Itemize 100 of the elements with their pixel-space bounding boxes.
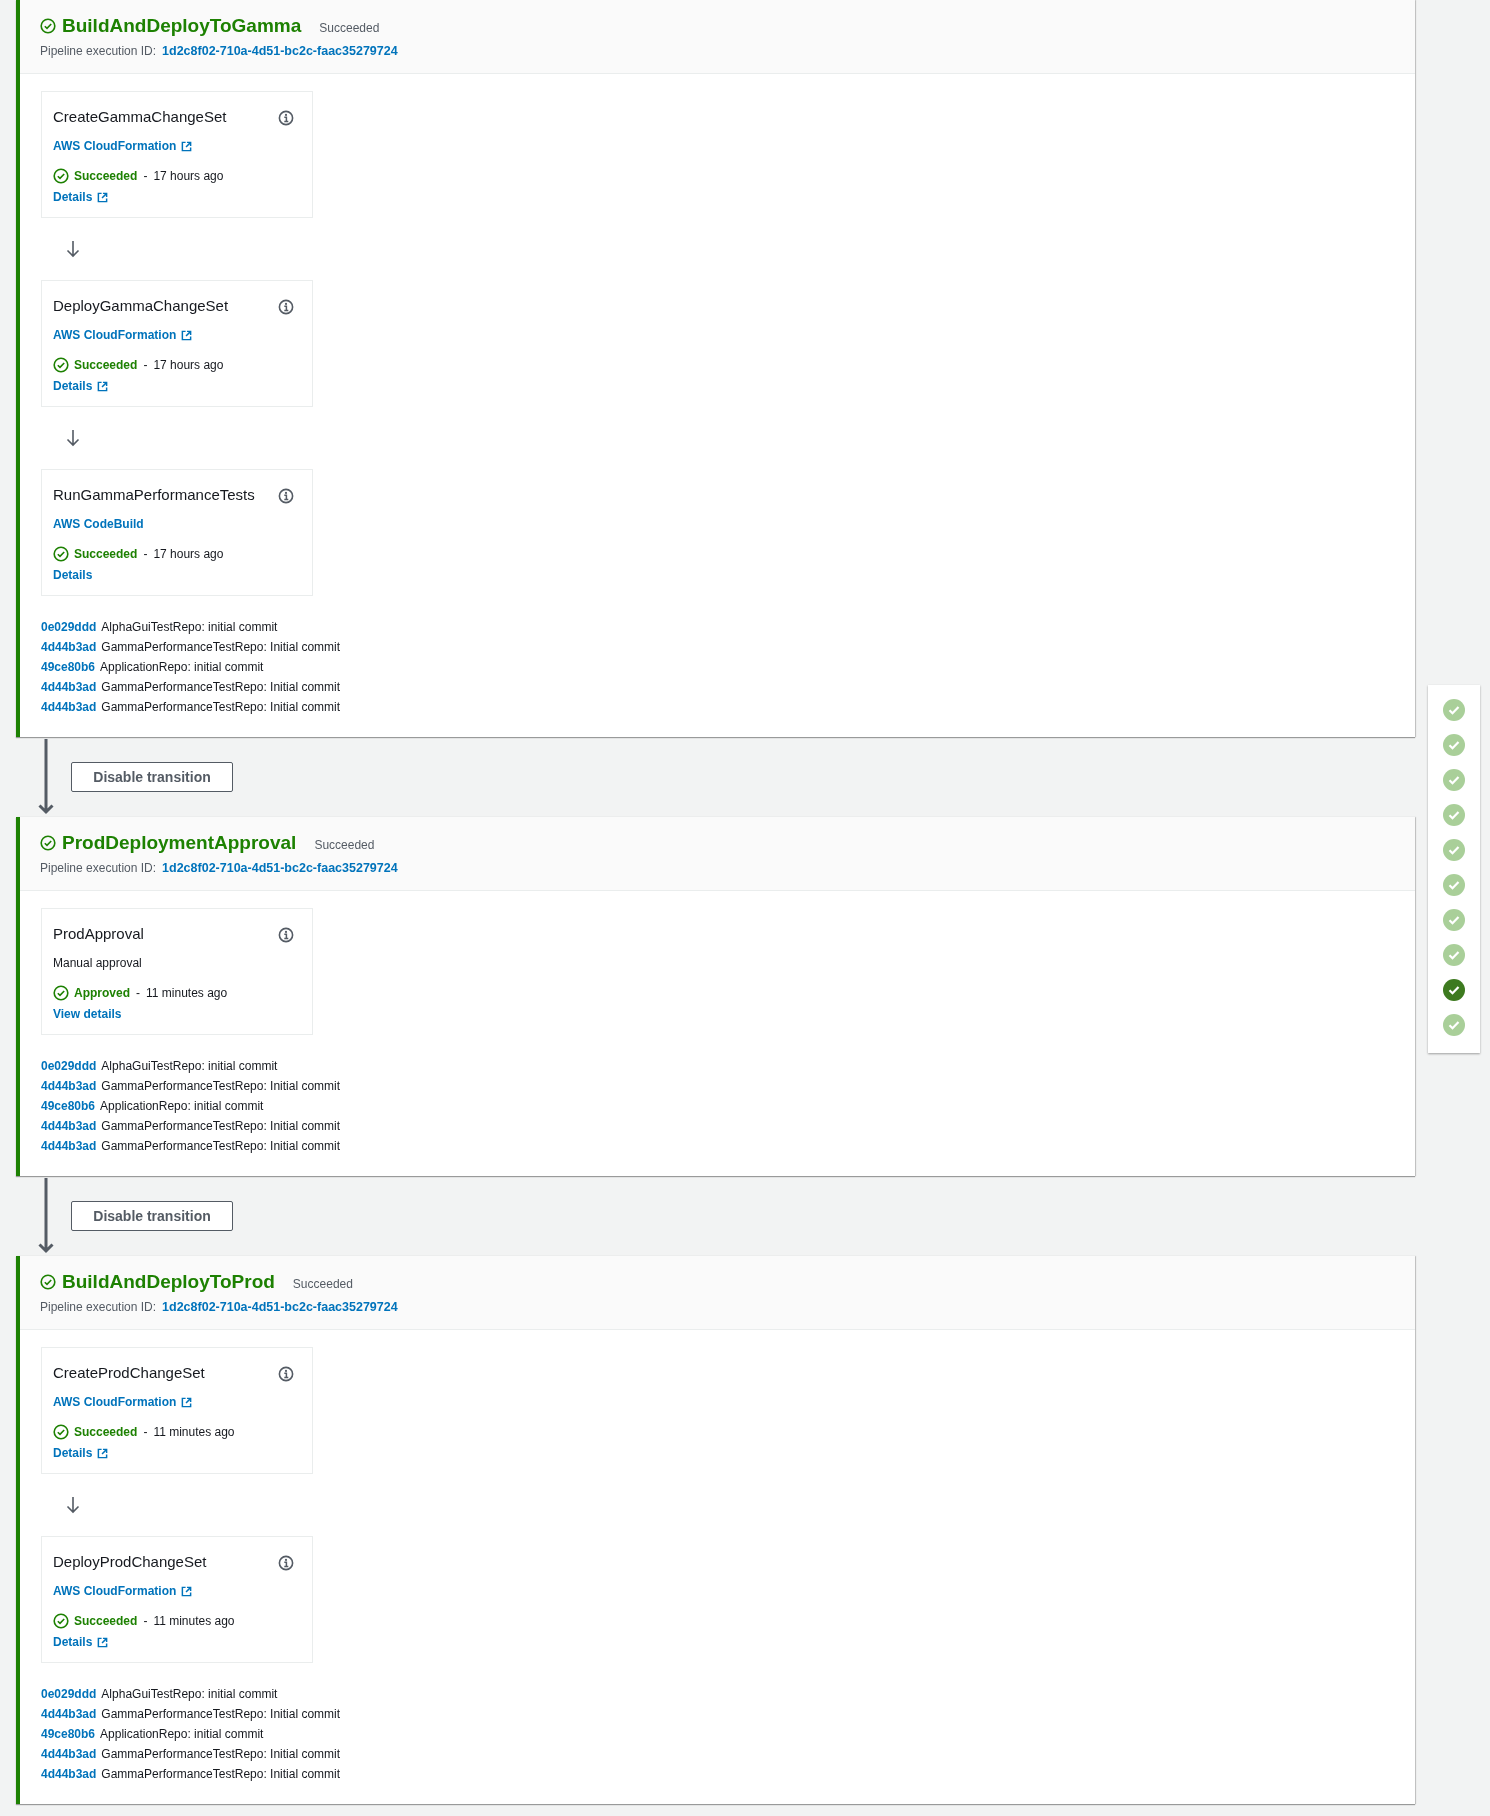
stage-check-icon[interactable] — [1443, 699, 1465, 721]
success-icon — [53, 357, 69, 373]
action-name: CreateGammaChangeSet — [53, 107, 227, 125]
action-status: Succeeded — [74, 358, 138, 372]
elapsed-time: 11 minutes ago — [153, 1614, 235, 1628]
commit-message: ApplicationRepo: initial commit — [100, 1098, 264, 1115]
dash-separator: - — [142, 1614, 149, 1628]
success-icon — [40, 18, 56, 34]
commit-message: AlphaGuiTestRepo: initial commit — [101, 1058, 278, 1075]
elapsed-time: 17 hours ago — [153, 358, 224, 372]
stage-check-icon[interactable] — [1443, 979, 1465, 1001]
execution-id-link[interactable]: 1d2c8f02-710a-4d51-bc2c-faac35279724 — [162, 861, 398, 875]
details-link[interactable]: Details — [53, 376, 109, 396]
commit-id-link[interactable]: 0e029ddd — [41, 617, 97, 637]
execution-id-link[interactable]: 1d2c8f02-710a-4d51-bc2c-faac35279724 — [162, 1300, 398, 1314]
commit-id-link[interactable]: 4d44b3ad — [41, 697, 97, 717]
commit-id-link[interactable]: 4d44b3ad — [41, 637, 97, 657]
dash-separator: - — [142, 169, 149, 183]
disable-transition-button[interactable]: Disable transition — [71, 1201, 233, 1231]
details-link[interactable]: View details — [53, 1004, 122, 1024]
external-link-icon — [181, 1585, 193, 1597]
external-link-icon — [97, 380, 109, 392]
commit-id-link[interactable]: 49ce80b6 — [41, 1724, 96, 1744]
commit-id-link[interactable]: 4d44b3ad — [41, 1704, 97, 1724]
commit-id-link[interactable]: 49ce80b6 — [41, 657, 96, 677]
down-arrow-icon — [66, 1496, 80, 1514]
commit-id-link[interactable]: 4d44b3ad — [41, 1136, 97, 1156]
commit-message: GammaPerformanceTestRepo: Initial commit — [101, 679, 341, 696]
external-link-icon — [97, 1636, 109, 1648]
dash-separator: - — [142, 1425, 149, 1439]
external-link-icon — [181, 329, 193, 341]
stage-check-icon[interactable] — [1443, 839, 1465, 861]
stage-status: Succeeded — [314, 836, 375, 852]
execution-label: Pipeline execution ID: — [40, 1300, 157, 1314]
down-arrow-icon — [66, 429, 80, 447]
dash-separator: - — [142, 547, 149, 561]
commit-message: GammaPerformanceTestRepo: Initial commit — [101, 639, 341, 656]
success-icon — [40, 1274, 56, 1290]
commit-message: GammaPerformanceTestRepo: Initial commit — [101, 1078, 341, 1095]
stage-check-icon[interactable] — [1443, 1014, 1465, 1036]
action-status: Succeeded — [74, 547, 138, 561]
commit-id-link[interactable]: 49ce80b6 — [41, 1096, 96, 1116]
success-icon — [53, 985, 69, 1001]
execution-label: Pipeline execution ID: — [40, 44, 157, 58]
stage-check-icon[interactable] — [1443, 874, 1465, 896]
commit-id-link[interactable]: 4d44b3ad — [41, 1744, 97, 1764]
commit-message: AlphaGuiTestRepo: initial commit — [101, 1686, 278, 1703]
commit-message: GammaPerformanceTestRepo: Initial commit — [101, 1118, 341, 1135]
commit-id-link[interactable]: 0e029ddd — [41, 1684, 97, 1704]
stage-status: Succeeded — [292, 1275, 353, 1291]
action-name: RunGammaPerformanceTests — [53, 485, 255, 503]
action-status: Succeeded — [74, 1425, 138, 1439]
stage-check-icon[interactable] — [1443, 909, 1465, 931]
provider-link[interactable]: AWS CodeBuild — [53, 515, 144, 533]
stage-check-icon[interactable] — [1443, 804, 1465, 826]
provider-link[interactable]: AWS CloudFormation — [53, 1582, 193, 1600]
commit-message: ApplicationRepo: initial commit — [100, 659, 264, 676]
provider-link[interactable]: AWS CloudFormation — [53, 326, 193, 344]
elapsed-time: 11 minutes ago — [153, 1425, 235, 1439]
success-icon — [53, 1613, 69, 1629]
dash-separator: - — [142, 358, 149, 372]
commit-id-link[interactable]: 4d44b3ad — [41, 1116, 97, 1136]
success-icon — [53, 168, 69, 184]
dash-separator: - — [135, 986, 141, 1000]
stage-check-icon[interactable] — [1443, 734, 1465, 756]
stage-check-icon[interactable] — [1443, 944, 1465, 966]
commit-id-link[interactable]: 0e029ddd — [41, 1056, 97, 1076]
info-icon — [278, 299, 294, 315]
info-icon — [278, 1366, 294, 1382]
commit-id-link[interactable]: 4d44b3ad — [41, 1764, 97, 1784]
external-link-icon — [181, 1396, 193, 1408]
stage-status: Succeeded — [319, 19, 380, 35]
stage-title: BuildAndDeployToGamma — [62, 15, 302, 37]
action-status: Succeeded — [74, 169, 138, 183]
details-link[interactable]: Details — [53, 565, 93, 585]
provider-link[interactable]: AWS CloudFormation — [53, 137, 193, 155]
action-status: Approved — [74, 986, 130, 1000]
stage-title: BuildAndDeployToProd — [62, 1271, 275, 1293]
transition-arrow-icon — [38, 1178, 54, 1254]
success-icon — [53, 546, 69, 562]
external-link-icon — [97, 1447, 109, 1459]
stage-check-icon[interactable] — [1443, 769, 1465, 791]
provider-link[interactable]: AWS CloudFormation — [53, 1393, 193, 1411]
action-name: ProdApproval — [53, 924, 144, 942]
stage-title: ProdDeploymentApproval — [62, 832, 297, 854]
commit-message: GammaPerformanceTestRepo: Initial commit — [101, 1766, 341, 1783]
external-link-icon — [97, 191, 109, 203]
commit-message: GammaPerformanceTestRepo: Initial commit — [101, 1706, 341, 1723]
success-icon — [40, 835, 56, 851]
details-link[interactable]: Details — [53, 1443, 109, 1463]
commit-id-link[interactable]: 4d44b3ad — [41, 1076, 97, 1096]
commit-message: GammaPerformanceTestRepo: Initial commit — [101, 1138, 341, 1155]
details-link[interactable]: Details — [53, 1632, 109, 1652]
commit-message: GammaPerformanceTestRepo: Initial commit — [101, 1746, 341, 1763]
disable-transition-button[interactable]: Disable transition — [71, 762, 233, 792]
commit-id-link[interactable]: 4d44b3ad — [41, 677, 97, 697]
details-link[interactable]: Details — [53, 187, 109, 207]
execution-id-link[interactable]: 1d2c8f02-710a-4d51-bc2c-faac35279724 — [162, 44, 398, 58]
action-status: Succeeded — [74, 1614, 138, 1628]
info-icon — [278, 927, 294, 943]
